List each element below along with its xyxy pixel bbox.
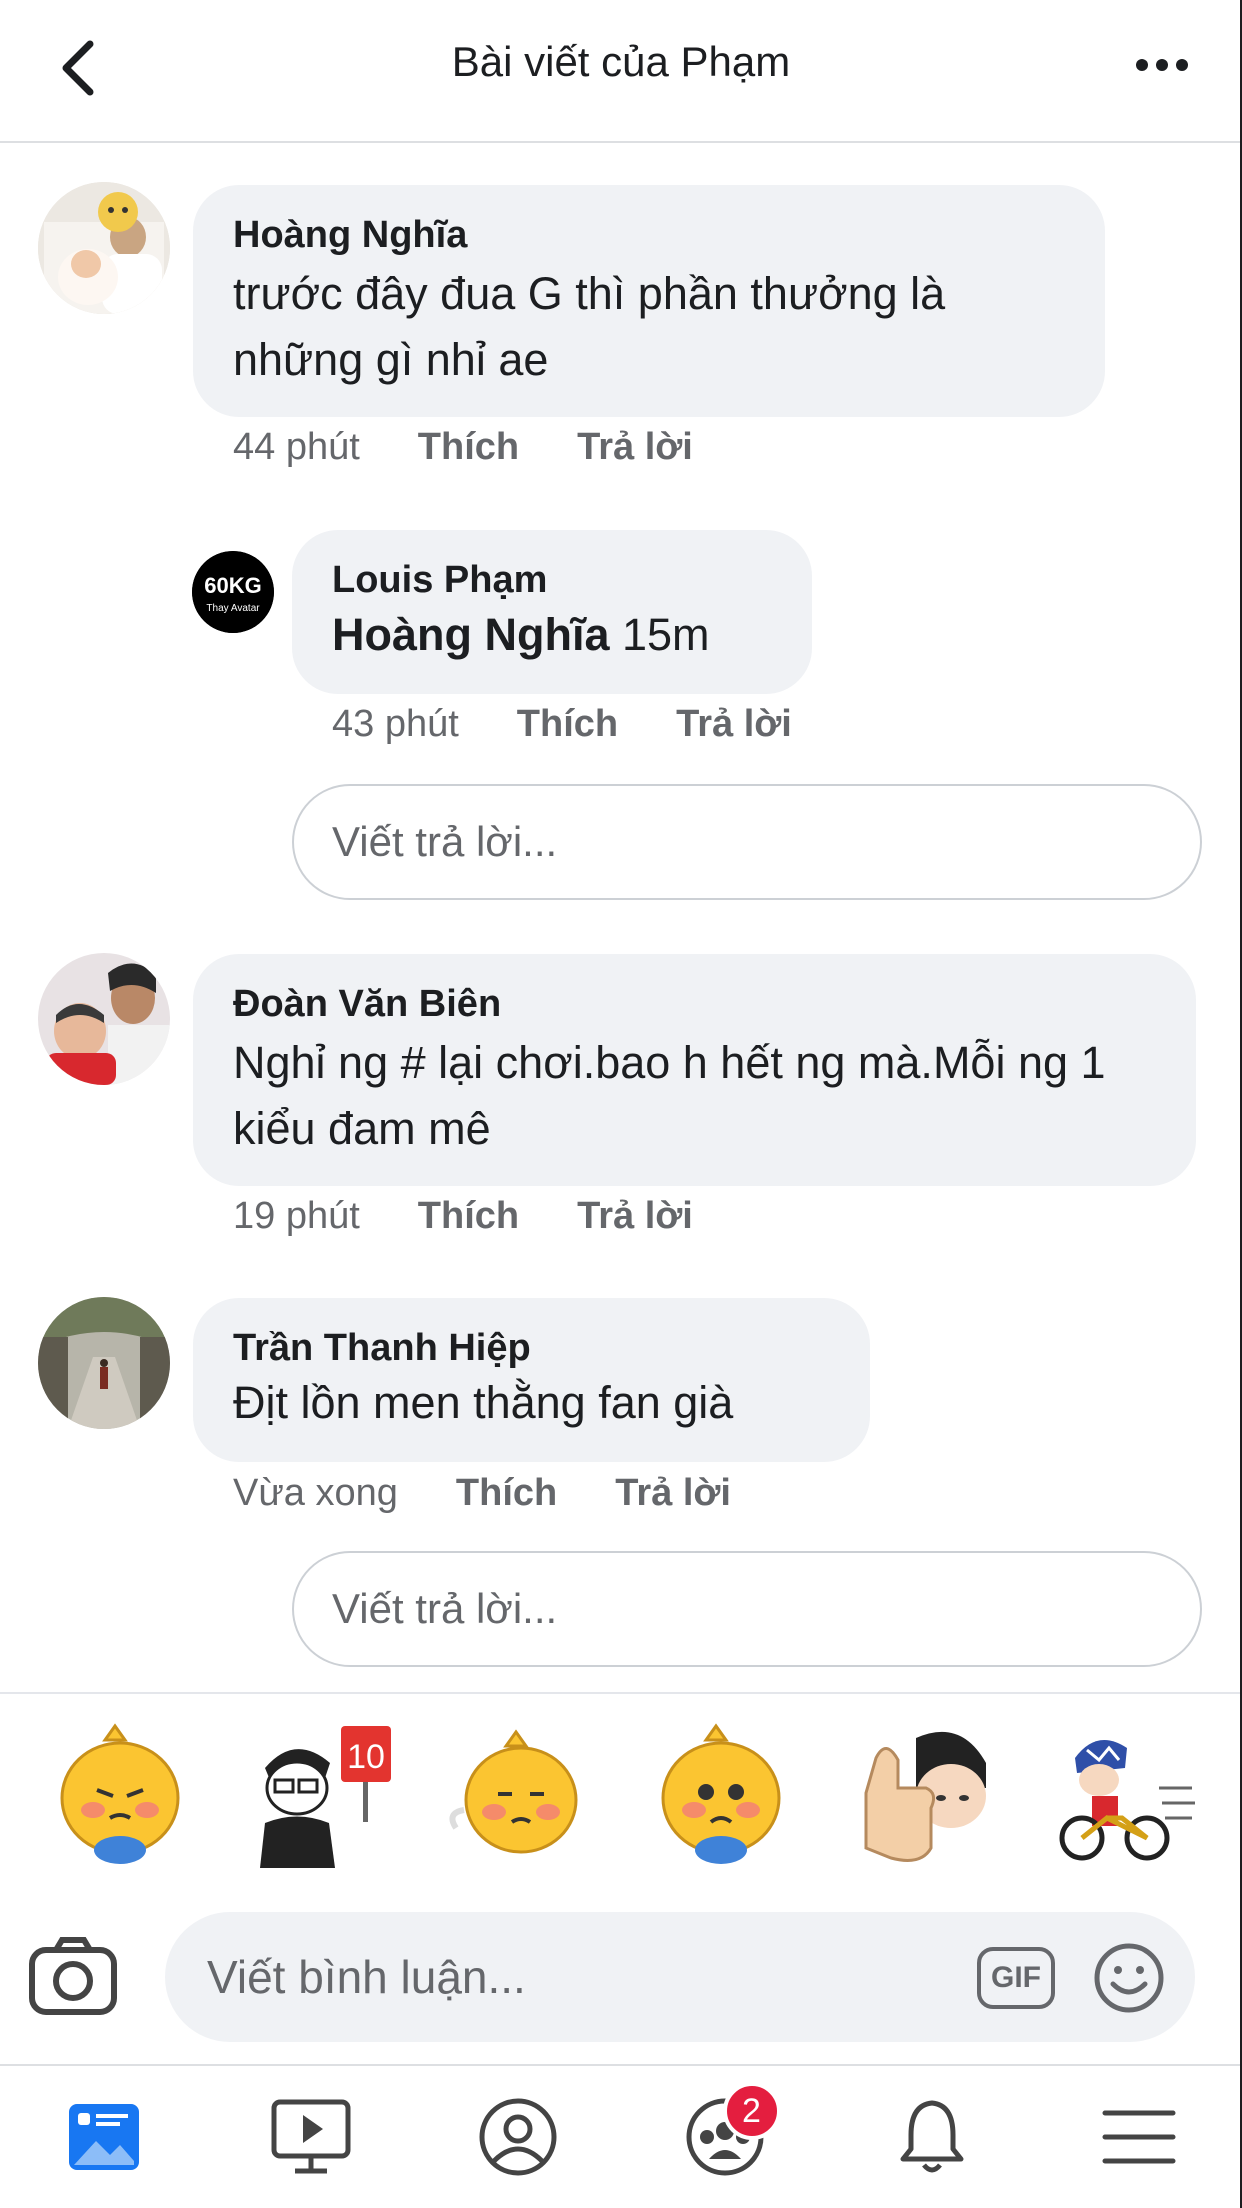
avatar-sublabel: Thay Avatar	[206, 603, 260, 614]
tab-menu[interactable]	[1079, 2082, 1199, 2192]
sticker-sign-text: 10	[348, 1738, 386, 1776]
notification-badge: 2	[722, 2082, 781, 2140]
like-button[interactable]: Thích	[418, 1195, 519, 1238]
comment-input[interactable]: Viết bình luận... GIF	[165, 1912, 1195, 2042]
reply-button[interactable]: Trả lời	[676, 703, 792, 746]
comment-text-rest: 15m	[609, 609, 710, 660]
dot-icon	[1156, 59, 1168, 71]
comment-author[interactable]: Đoàn Văn Biên	[233, 980, 1154, 1028]
avatar[interactable]	[38, 953, 170, 1085]
comment-author[interactable]: Trần Thanh Hiệp	[233, 1324, 828, 1372]
camera-icon	[29, 1937, 117, 2015]
profile-icon	[479, 2098, 556, 2176]
avatar[interactable]	[38, 182, 170, 314]
mention-link[interactable]: Hoàng Nghĩa	[332, 609, 610, 660]
comment-bubble[interactable]: Hoàng Nghĩa trước đây đua G thì phần thư…	[193, 185, 1105, 417]
comment-time: 19 phút	[233, 1195, 360, 1237]
comment-bubble[interactable]: Đoàn Văn Biên Nghỉ ng # lại chơi.bao h h…	[193, 954, 1196, 1186]
reply-input[interactable]: Viết trả lời...	[292, 1551, 1202, 1667]
yellow-dragon-crying-sticker[interactable]	[35, 1708, 205, 1878]
comment-text: trước đây đua G thì phần thưởng là những…	[233, 268, 946, 385]
reply-button[interactable]: Trả lời	[615, 1472, 731, 1515]
yellow-dragon-pouting-sticker[interactable]	[436, 1708, 606, 1878]
comment-meta: 43 phút Thích Trả lời	[332, 703, 792, 746]
comment-time: 44 phút	[233, 426, 360, 468]
tab-news-feed[interactable]	[44, 2082, 164, 2192]
comment-text: Địt lồn men thằng fan già	[233, 1377, 734, 1428]
cyclist-sticker[interactable]	[1037, 1708, 1207, 1878]
comment-input-placeholder: Viết bình luận...	[207, 1951, 526, 2003]
top-bar: Bài viết của Phạm	[0, 0, 1242, 143]
bell-icon	[900, 2100, 963, 2173]
reply-input[interactable]: Viết trả lời...	[292, 784, 1202, 900]
tab-watch[interactable]	[251, 2082, 371, 2192]
comment-author[interactable]: Louis Phạm	[332, 556, 770, 604]
tab-groups[interactable]: 2	[665, 2082, 785, 2192]
comment-text: Hoàng Nghĩa 15m	[332, 604, 770, 666]
comment-meta: 19 phút Thích Trả lời	[233, 1195, 693, 1238]
reply-input-placeholder: Viết trả lời...	[332, 1585, 558, 1632]
reply-button[interactable]: Trả lời	[577, 426, 693, 469]
tab-notifications[interactable]	[872, 2082, 992, 2192]
man-holding-10-sign-sticker[interactable]: 10	[235, 1708, 405, 1878]
comment-time: Vừa xong	[233, 1472, 398, 1514]
reply-button[interactable]: Trả lời	[577, 1195, 693, 1238]
avatar[interactable]	[38, 1297, 170, 1429]
menu-icon	[1102, 2110, 1175, 2164]
bottom-tab-bar: 2	[0, 2064, 1242, 2208]
comment-bubble[interactable]: Trần Thanh Hiệp Địt lồn men thằng fan gi…	[193, 1298, 870, 1462]
like-button[interactable]: Thích	[418, 426, 519, 469]
dot-icon	[1176, 59, 1188, 71]
emoji-button[interactable]	[1093, 1942, 1165, 2014]
avatar-label: 60KG	[204, 573, 261, 598]
comment-text: Nghỉ ng # lại chơi.bao h hết ng mà.Mỗi n…	[233, 1037, 1106, 1154]
watch-icon	[271, 2099, 350, 2174]
comment-composer: Viết bình luận... GIF	[0, 1900, 1242, 2050]
thumbs-up-girl-sticker[interactable]	[836, 1708, 1006, 1878]
reply-input-placeholder: Viết trả lời...	[332, 818, 558, 865]
reply-bubble[interactable]: Louis Phạm Hoàng Nghĩa 15m	[292, 530, 812, 694]
gif-button[interactable]: GIF	[977, 1947, 1055, 2009]
yellow-dragon-worried-sticker[interactable]	[636, 1708, 806, 1878]
more-options-button[interactable]	[1122, 40, 1202, 90]
like-button[interactable]: Thích	[456, 1472, 557, 1515]
news-feed-icon	[68, 2104, 139, 2170]
comment-meta: 44 phút Thích Trả lời	[233, 426, 693, 469]
comment-meta: Vừa xong Thích Trả lời	[233, 1472, 731, 1515]
smiley-icon	[1094, 1943, 1164, 2013]
avatar[interactable]: 60KG Thay Avatar	[192, 551, 274, 633]
tab-profile[interactable]	[458, 2082, 578, 2192]
comment-author[interactable]: Hoàng Nghĩa	[233, 211, 1063, 259]
comment-time: 43 phút	[332, 703, 459, 745]
sticker-tray: 10	[0, 1692, 1242, 1892]
page-title: Bài viết của Phạm	[451, 38, 791, 85]
dot-icon	[1136, 59, 1148, 71]
camera-button[interactable]	[28, 1936, 118, 2016]
like-button[interactable]: Thích	[517, 703, 618, 746]
